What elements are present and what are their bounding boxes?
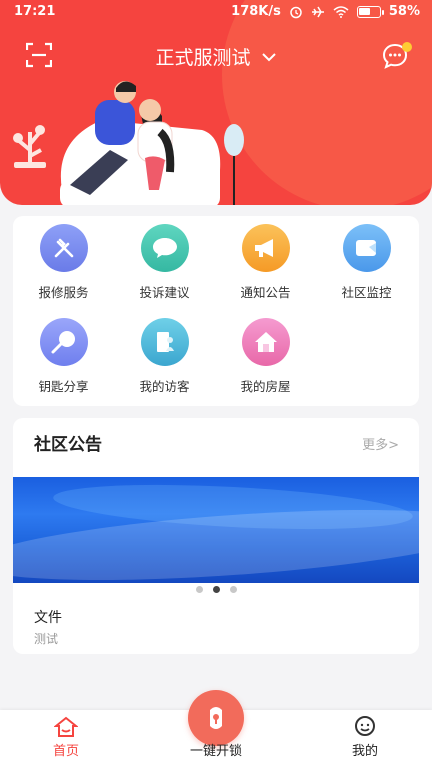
lock-icon (210, 707, 222, 729)
visitor-icon (140, 318, 189, 366)
quick-action-label: 通知公告 (240, 285, 291, 300)
network-speed: 178K/s (231, 4, 281, 19)
key-share-icon (39, 318, 88, 366)
user-icon (325, 714, 405, 740)
header-banner: 17:21 178K/s 58% 正式服测试 (0, 0, 432, 205)
camera-icon (342, 224, 391, 272)
chevron-down-icon (261, 52, 276, 61)
tab-home[interactable]: 首页 (26, 714, 106, 759)
quick-action-key-share[interactable]: 钥匙分享 (13, 318, 114, 395)
airplane-icon (311, 6, 324, 17)
megaphone-icon (241, 224, 290, 272)
carousel-indicator (13, 578, 419, 597)
house-icon (241, 318, 290, 366)
battery-icon (356, 5, 384, 18)
community-notice-card: 社区公告 更多> 文件 测试 (13, 418, 419, 654)
community-switcher[interactable]: 正式服测试 (0, 43, 432, 70)
quick-action-repair[interactable]: 报修服务 (13, 224, 114, 301)
alarm-icon (290, 6, 302, 18)
status-time: 17:21 (14, 4, 56, 19)
quick-action-complaint[interactable]: 投诉建议 (114, 224, 215, 301)
quick-action-announcement[interactable]: 通知公告 (215, 224, 316, 301)
carousel-dot-active[interactable] (212, 586, 220, 593)
quick-action-label: 报修服务 (38, 285, 89, 300)
status-bar: 17:21 178K/s 58% (0, 0, 432, 24)
message-badge (402, 42, 412, 52)
quick-actions-card: 报修服务 投诉建议 通知公告 社区监控 钥匙分享 我的访客 我的房屋 (13, 216, 419, 406)
status-right: 178K/s 58% (231, 4, 420, 19)
quick-action-label: 我的房屋 (240, 379, 291, 394)
quick-action-label: 钥匙分享 (38, 379, 89, 394)
tab-mine-label: 我的 (351, 744, 378, 759)
quick-action-house[interactable]: 我的房屋 (215, 318, 316, 395)
wrench-icon (39, 224, 88, 272)
carousel-dot[interactable] (195, 586, 203, 593)
chat-bubble-icon (140, 224, 189, 272)
quick-action-visitor[interactable]: 我的访客 (114, 318, 215, 395)
carousel-dot[interactable] (229, 586, 237, 593)
tab-home-label: 首页 (52, 744, 79, 759)
page-title: 正式服测试 (155, 47, 251, 69)
notice-banner-image[interactable] (13, 477, 419, 583)
couple-sofa-illustration (13, 81, 244, 205)
notice-item-subtitle: 测试 (34, 632, 59, 646)
tab-mine[interactable]: 我的 (325, 714, 405, 759)
quick-action-label: 投诉建议 (139, 285, 190, 300)
quick-action-label: 社区监控 (341, 285, 392, 300)
wifi-icon (333, 5, 349, 18)
quick-action-monitor[interactable]: 社区监控 (316, 224, 417, 301)
notice-more-link[interactable]: 更多> (362, 434, 399, 453)
notice-item-title[interactable]: 文件 (34, 607, 62, 627)
quick-action-label: 我的访客 (139, 379, 190, 394)
notice-section-title: 社区公告 (34, 435, 102, 455)
unlock-button[interactable] (188, 690, 244, 746)
home-icon (26, 714, 106, 740)
battery-percent: 58% (388, 4, 420, 19)
unlock-label: 一键开锁 (189, 744, 242, 759)
